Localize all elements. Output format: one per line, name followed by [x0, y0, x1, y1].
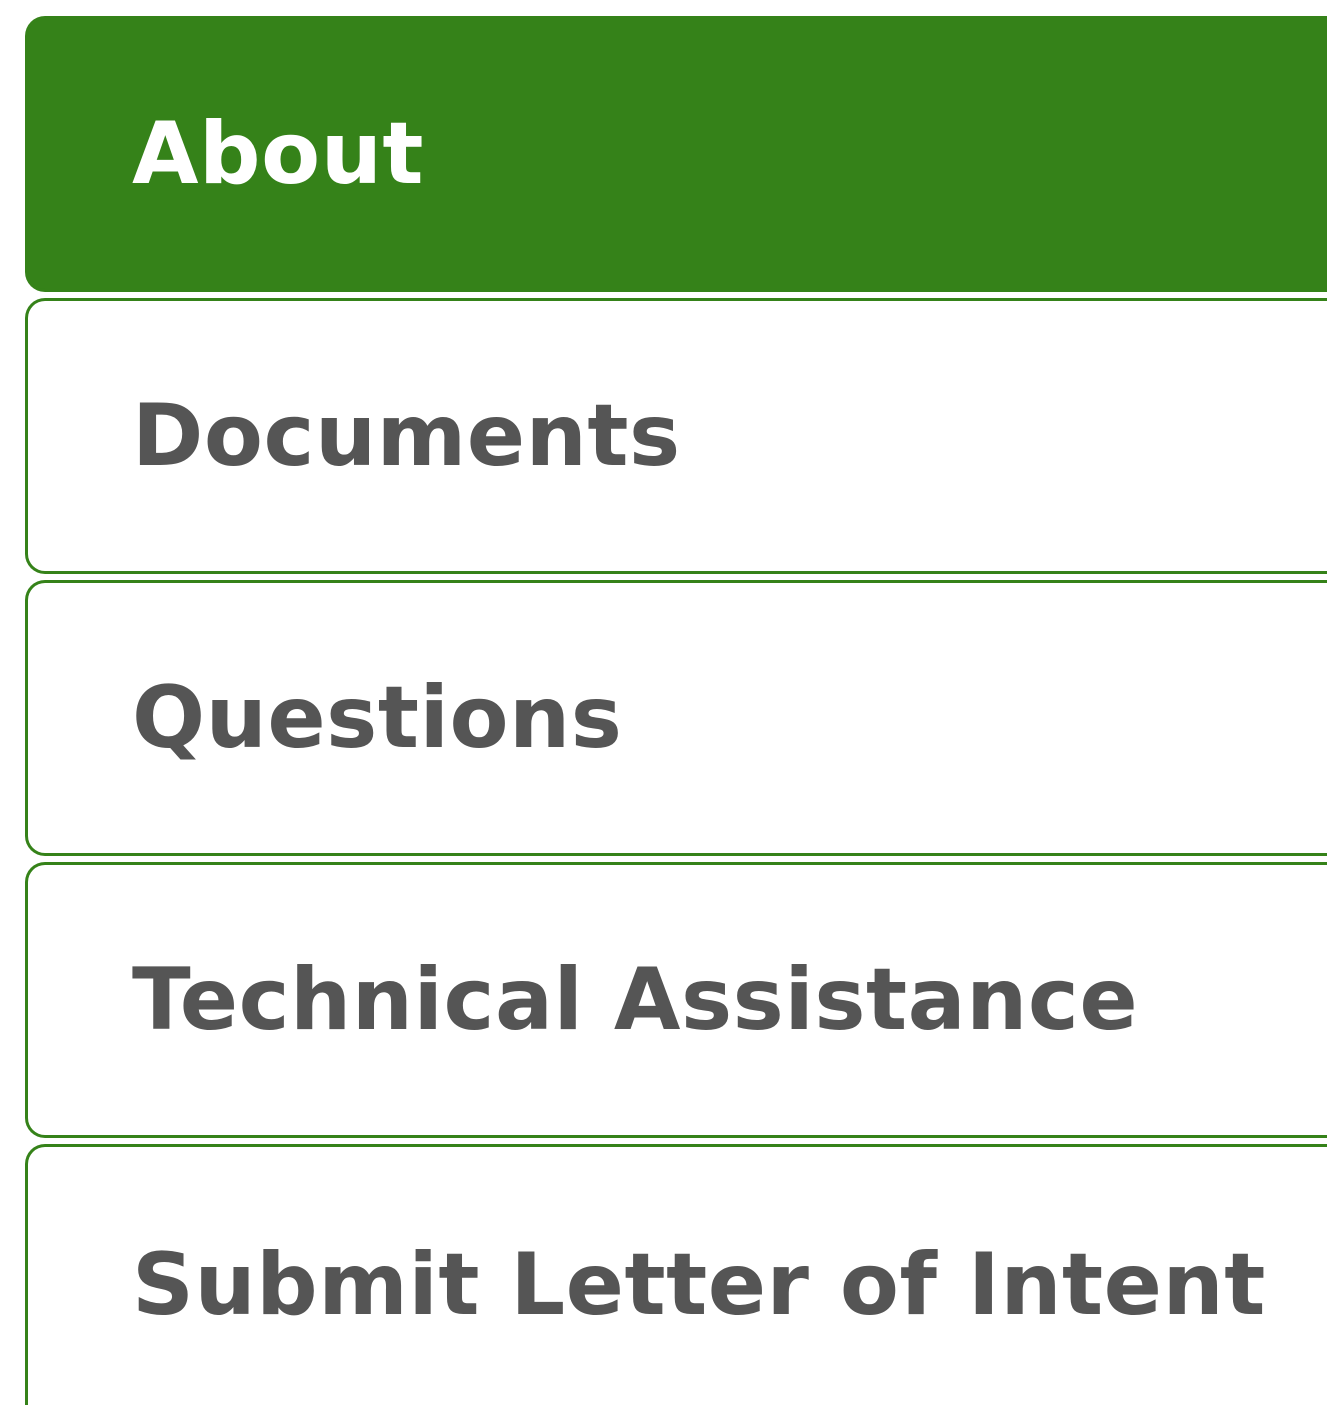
nav-item-documents[interactable]: Documents	[25, 298, 1327, 574]
nav-item-label: Submit Letter of Intent	[132, 1235, 1266, 1335]
nav-item-label: Documents	[132, 386, 681, 486]
nav-item-about[interactable]: About	[25, 16, 1327, 292]
nav-item-technical-assistance[interactable]: Technical Assistance	[25, 862, 1327, 1138]
nav-item-label: Technical Assistance	[132, 950, 1139, 1050]
nav-item-submit-letter-of-intent[interactable]: Submit Letter of Intent	[25, 1144, 1327, 1405]
side-navigation: About Documents Questions Technical Assi…	[25, 16, 1327, 1405]
nav-item-label: Questions	[132, 668, 623, 768]
nav-item-questions[interactable]: Questions	[25, 580, 1327, 856]
nav-item-label: About	[132, 104, 425, 204]
